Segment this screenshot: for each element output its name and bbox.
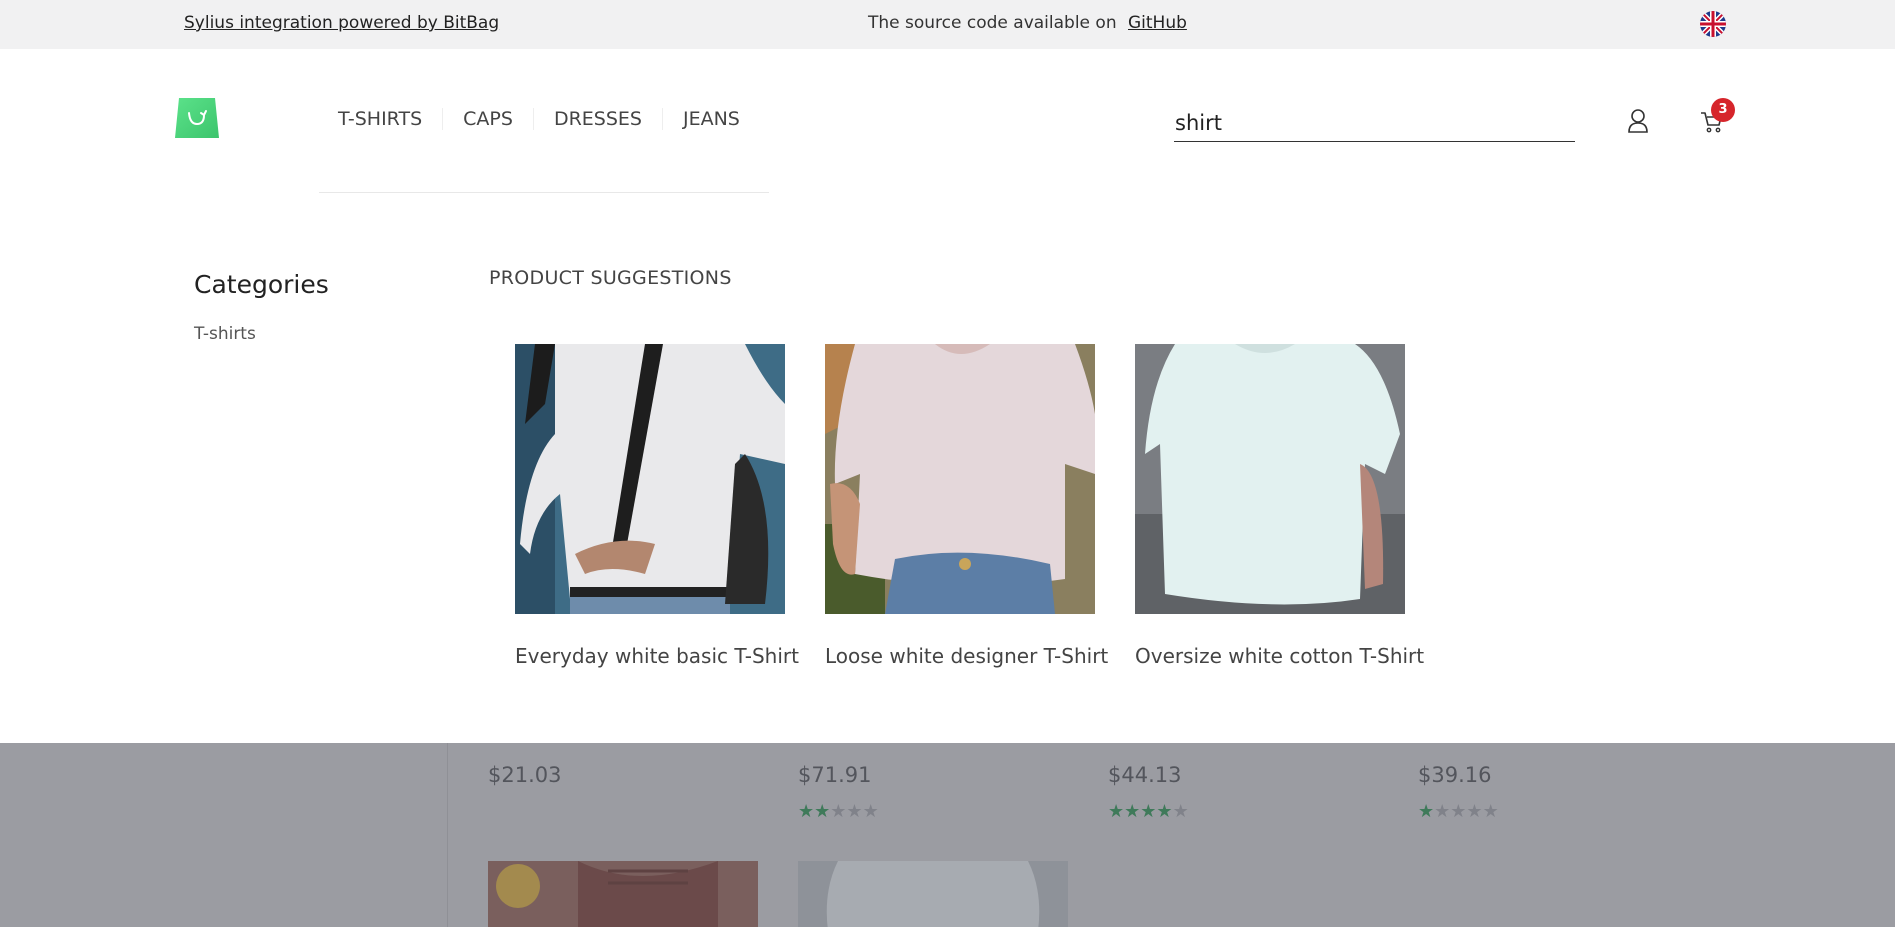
- rating-stars: ★★★★★: [798, 801, 879, 822]
- uk-flag-icon[interactable]: [1700, 11, 1726, 37]
- star-empty-icon: ★: [1172, 801, 1189, 822]
- rating-stars: ★★★★★: [1418, 801, 1499, 822]
- product-image[interactable]: [825, 344, 1095, 614]
- category-item-tshirts[interactable]: T-shirts: [194, 324, 256, 344]
- star-empty-icon: ★: [1482, 801, 1499, 822]
- star-filled-icon: ★: [1418, 801, 1435, 822]
- cart-count-badge: 3: [1711, 98, 1735, 122]
- product-name[interactable]: Loose white designer T-Shirt: [825, 644, 1108, 668]
- listing-product-image: [798, 861, 1068, 927]
- product-suggestions-heading: PRODUCT SUGGESTIONS: [489, 267, 732, 289]
- star-empty-icon: ★: [1466, 801, 1483, 822]
- sidebar-divider: [447, 743, 448, 927]
- product-name[interactable]: Oversize white cotton T-Shirt: [1135, 644, 1424, 668]
- main-nav: T-SHIRTS CAPS DRESSES JEANS: [318, 108, 760, 130]
- star-empty-icon: ★: [830, 801, 847, 822]
- cart-button[interactable]: 3: [1700, 98, 1735, 136]
- top-bar: Sylius integration powered by BitBag The…: [0, 0, 1895, 49]
- product-card[interactable]: Loose white designer T-Shirt: [825, 344, 1108, 668]
- star-empty-icon: ★: [862, 801, 879, 822]
- star-filled-icon: ★: [798, 801, 815, 822]
- listing-price: $71.91: [798, 763, 872, 787]
- star-empty-icon: ★: [1434, 801, 1451, 822]
- github-link[interactable]: GitHub: [1128, 13, 1187, 33]
- user-icon[interactable]: [1626, 108, 1650, 134]
- nav-item-dresses[interactable]: DRESSES: [532, 108, 662, 130]
- star-filled-icon: ★: [1124, 801, 1141, 822]
- star-filled-icon: ★: [1108, 801, 1125, 822]
- star-empty-icon: ★: [1450, 801, 1467, 822]
- listing-price: $39.16: [1418, 763, 1492, 787]
- source-notice: The source code available on GitHub: [868, 13, 1187, 33]
- star-filled-icon: ★: [814, 801, 831, 822]
- rating-stars: ★★★★★: [1108, 801, 1189, 822]
- nav-item-tshirts[interactable]: T-SHIRTS: [318, 108, 442, 130]
- star-filled-icon: ★: [1156, 801, 1173, 822]
- categories-heading: Categories: [194, 270, 329, 299]
- nav-item-caps[interactable]: CAPS: [442, 108, 533, 130]
- nav-item-jeans[interactable]: JEANS: [661, 108, 760, 130]
- listing-price: $21.03: [488, 763, 562, 787]
- product-card[interactable]: Oversize white cotton T-Shirt: [1135, 344, 1424, 668]
- star-filled-icon: ★: [1140, 801, 1157, 822]
- product-name[interactable]: Everyday white basic T-Shirt: [515, 644, 799, 668]
- page-dim-overlay[interactable]: $21.03 $71.91 $44.13 $39.16 ★★★★★ ★★★★★ …: [0, 743, 1895, 927]
- listing-price: $44.13: [1108, 763, 1182, 787]
- star-empty-icon: ★: [846, 801, 863, 822]
- product-image[interactable]: [515, 344, 785, 614]
- listing-product-image: [488, 861, 758, 927]
- search-input[interactable]: [1174, 104, 1575, 142]
- source-text: The source code available on: [868, 13, 1117, 33]
- shopping-bag-logo-icon[interactable]: [175, 96, 219, 140]
- product-card[interactable]: Everyday white basic T-Shirt: [515, 344, 799, 668]
- nav-divider: [319, 192, 769, 193]
- product-image[interactable]: [1135, 344, 1405, 614]
- promo-link[interactable]: Sylius integration powered by BitBag: [184, 13, 499, 33]
